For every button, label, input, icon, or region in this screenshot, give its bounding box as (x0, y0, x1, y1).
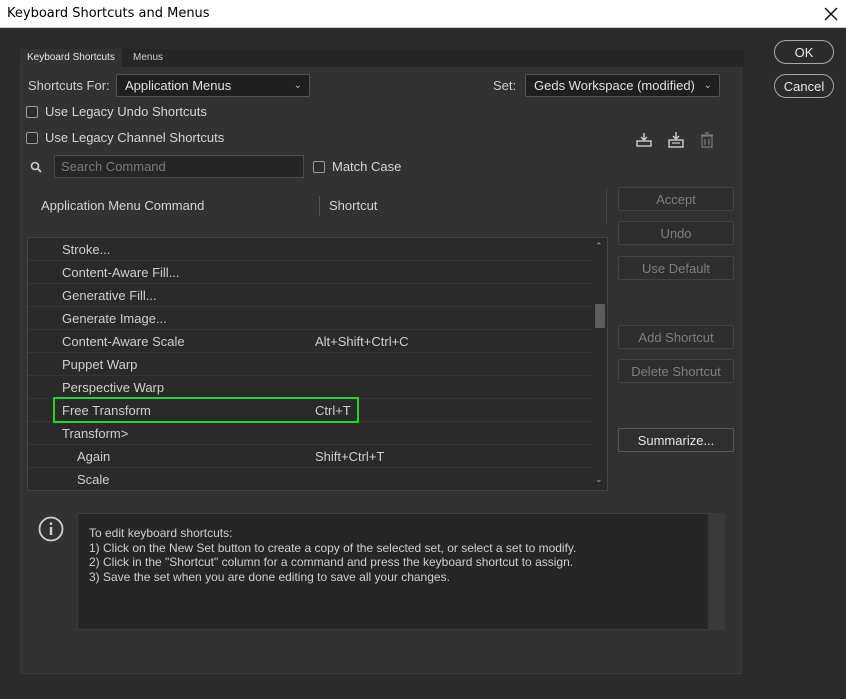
ok-button[interactable]: OK (774, 40, 834, 64)
info-icon (38, 516, 64, 545)
save-set-icon[interactable] (634, 130, 654, 150)
info-text-box: To edit keyboard shortcuts: 1) Click on … (77, 513, 709, 630)
title-bar: Keyboard Shortcuts and Menus (0, 0, 846, 28)
cancel-button[interactable]: Cancel (774, 74, 834, 98)
legacy-channel-label: Use Legacy Channel Shortcuts (45, 130, 225, 145)
info-line: 2) Click in the "Shortcut" column for a … (89, 555, 574, 569)
chevron-down-icon[interactable]: ⌄ (595, 474, 603, 485)
undo-button[interactable]: Undo (618, 221, 734, 245)
legacy-undo-label: Use Legacy Undo Shortcuts (45, 104, 207, 119)
table-row[interactable]: Stroke... (28, 238, 594, 261)
shortcuts-for-value: Application Menus (125, 78, 232, 93)
close-icon[interactable] (816, 0, 846, 28)
add-shortcut-button[interactable]: Add Shortcut (618, 325, 734, 349)
search-icon (26, 157, 46, 177)
legacy-channel-checkbox[interactable]: Use Legacy Channel Shortcuts (26, 130, 224, 145)
column-divider (606, 188, 607, 224)
scrollbar-thumb[interactable] (595, 304, 605, 328)
trash-icon[interactable] (697, 130, 717, 150)
window-title: Keyboard Shortcuts and Menus (7, 6, 210, 21)
row-command: Puppet Warp (62, 357, 138, 372)
table-row-selected[interactable]: Free Transform Ctrl+T (28, 399, 594, 422)
chevron-down-icon: ⌄ (293, 80, 302, 91)
summarize-button[interactable]: Summarize... (618, 428, 734, 452)
set-label: Set: (493, 78, 517, 93)
shortcut-table: Stroke... Content-Aware Fill... Generati… (27, 237, 608, 491)
checkbox-box[interactable] (26, 131, 38, 144)
row-command: Transform> (62, 426, 129, 441)
row-shortcut[interactable]: Shift+Ctrl+T (315, 449, 384, 464)
table-row[interactable]: Content-Aware Scale Alt+Shift+Ctrl+C (28, 330, 594, 353)
info-line: To edit keyboard shortcuts: (89, 526, 233, 540)
info-line: 3) Save the set when you are done editin… (89, 569, 450, 584)
use-default-button[interactable]: Use Default (618, 256, 734, 280)
accept-button[interactable]: Accept (618, 187, 734, 211)
row-command: Content-Aware Fill... (62, 265, 180, 280)
set-select[interactable]: Geds Workspace (modified) ⌄ (525, 74, 720, 97)
table-row[interactable]: Puppet Warp (28, 353, 594, 376)
table-row[interactable]: Scale (28, 468, 594, 490)
chevron-down-icon: ⌄ (703, 80, 712, 91)
column-divider[interactable] (319, 196, 320, 216)
row-command: Scale (77, 472, 110, 487)
table-row[interactable]: Content-Aware Fill... (28, 261, 594, 284)
table-header: Application Menu Command Shortcut (27, 188, 607, 224)
new-set-icon[interactable] (666, 130, 686, 150)
legacy-undo-checkbox[interactable]: Use Legacy Undo Shortcuts (26, 104, 207, 119)
column-header-shortcut[interactable]: Shortcut (329, 198, 377, 213)
set-value: Geds Workspace (modified) (534, 78, 695, 93)
row-shortcut[interactable]: Alt+Shift+Ctrl+C (315, 334, 409, 349)
delete-shortcut-button[interactable]: Delete Shortcut (618, 359, 734, 383)
shortcuts-for-label: Shortcuts For: (28, 78, 110, 93)
shortcuts-for-select[interactable]: Application Menus ⌄ (116, 74, 310, 97)
table-row[interactable]: Again Shift+Ctrl+T (28, 445, 594, 468)
row-shortcut[interactable]: Ctrl+T (315, 403, 351, 418)
match-case-checkbox[interactable]: Match Case (313, 159, 401, 174)
table-row[interactable]: Transform> (28, 422, 594, 445)
tab-bar: Keyboard Shortcuts Menus (20, 49, 744, 67)
table-row[interactable]: Perspective Warp (28, 376, 594, 399)
column-header-command[interactable]: Application Menu Command (41, 198, 204, 213)
tab-keyboard-shortcuts[interactable]: Keyboard Shortcuts (20, 49, 122, 67)
row-command: Generative Fill... (62, 288, 157, 303)
checkbox-box[interactable] (26, 105, 38, 118)
row-command: Free Transform (62, 403, 151, 418)
search-input[interactable] (54, 155, 304, 178)
match-case-label: Match Case (332, 159, 402, 174)
row-command: Content-Aware Scale (62, 334, 185, 349)
row-command: Again (77, 449, 111, 464)
row-command: Stroke... (62, 242, 111, 257)
info-scrollbar[interactable] (710, 513, 725, 630)
row-command: Perspective Warp (62, 380, 165, 395)
table-scrollbar[interactable]: ⌃ ⌄ (593, 238, 607, 490)
info-line: 1) Click on the New Set button to create… (89, 540, 577, 555)
row-command: Generate Image... (62, 311, 167, 326)
info-section: To edit keyboard shortcuts: 1) Click on … (30, 513, 725, 630)
table-row[interactable]: Generate Image... (28, 307, 594, 330)
checkbox-box[interactable] (313, 160, 325, 173)
tab-menus[interactable]: Menus (126, 49, 170, 67)
chevron-up-icon[interactable]: ⌃ (595, 241, 603, 252)
table-row[interactable]: Generative Fill... (28, 284, 594, 307)
